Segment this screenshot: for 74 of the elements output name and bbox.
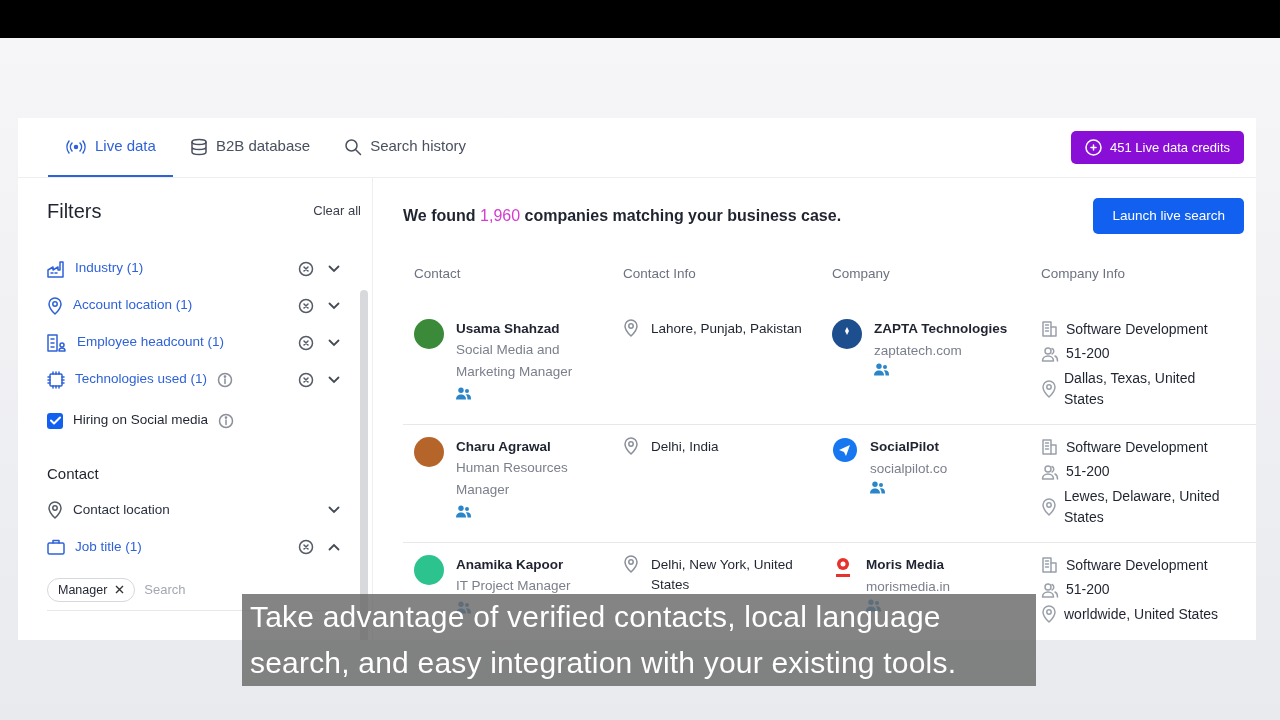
people-icon xyxy=(870,480,885,494)
filter-label: Hiring on Social media xyxy=(73,411,209,430)
company-domain[interactable]: zaptatech.com xyxy=(874,341,962,359)
clear-filter-button[interactable] xyxy=(298,297,314,314)
people-icon xyxy=(1041,580,1059,599)
filter-label[interactable]: Employee headcount (1) xyxy=(77,332,225,353)
people-icon xyxy=(874,362,889,376)
results-headline: We found 1,960 companies matching your business case. xyxy=(403,206,842,227)
contact-location: Delhi, India xyxy=(651,437,719,456)
tab[interactable]: Live data xyxy=(48,118,173,177)
filter-label[interactable]: Job title (1) xyxy=(75,536,142,558)
plus-circle-icon xyxy=(1085,139,1103,156)
people-icon xyxy=(1041,344,1059,363)
job-title: Social Media and Marketing Manager xyxy=(456,340,574,381)
company-name[interactable]: ZAPTA Technologies xyxy=(874,318,1008,339)
contact-name[interactable]: Charu Agrawal xyxy=(456,436,586,457)
video-caption: Take advantage of verified contacts, local language search, and easy integration with your existing tools. xyxy=(242,594,1036,686)
headquarters-text: Dallas, Texas, United States xyxy=(1064,368,1197,409)
tab[interactable]: Search history xyxy=(327,118,483,177)
broadcast-icon xyxy=(65,139,87,154)
job-title: IT Project Manager xyxy=(456,576,572,595)
clear-filter-button[interactable] xyxy=(298,260,314,277)
contact-name[interactable]: Usama Shahzad xyxy=(456,318,586,339)
clear-filter-button[interactable] xyxy=(298,539,314,555)
column-header: Contact Info xyxy=(623,266,696,282)
company-name[interactable]: SocialPilot xyxy=(870,436,948,457)
clear-all-link[interactable]: Clear all xyxy=(312,200,362,222)
headcount-text: 51-200 xyxy=(1066,344,1110,363)
people-icon xyxy=(456,504,471,518)
contact-name[interactable]: Anamika Kapoor xyxy=(456,554,586,575)
paper-plane-icon xyxy=(832,436,858,463)
column-header: Company Info xyxy=(1041,266,1126,282)
company-name[interactable]: Moris Media xyxy=(866,554,951,575)
column-header: Company xyxy=(832,266,890,282)
clear-filter-button[interactable] xyxy=(298,371,314,388)
people-icon xyxy=(1041,462,1059,481)
search-icon xyxy=(344,137,363,156)
location-pin-icon xyxy=(1041,605,1057,623)
headquarters-text: Lewes, Delaware, United States xyxy=(1064,486,1221,527)
credits-button[interactable]: 451 Live data credits xyxy=(1071,130,1244,165)
industry-text: Software Development xyxy=(1066,437,1208,457)
building-icon xyxy=(1041,556,1059,574)
company-domain[interactable]: socialpilot.co xyxy=(870,459,948,477)
filter-label[interactable]: Technologies used (1) xyxy=(75,369,208,390)
location-pin-icon xyxy=(623,436,639,455)
column-header: Contact xyxy=(414,266,461,282)
location-pin-icon xyxy=(623,318,639,337)
tab[interactable]: B2B database xyxy=(172,118,328,177)
launch-search-button[interactable]: Launch live search xyxy=(1093,198,1244,235)
industry-text: Software Development xyxy=(1066,555,1208,575)
building-icon xyxy=(1041,438,1059,456)
headcount-text: 51-200 xyxy=(1066,462,1110,481)
remove-icon[interactable] xyxy=(115,585,125,595)
location-pin-icon xyxy=(623,554,639,573)
building-icon xyxy=(1041,320,1059,338)
company-logo xyxy=(832,318,862,349)
contact-location: Lahore, Punjab, Pakistan xyxy=(651,319,802,338)
filter-label[interactable]: Contact location xyxy=(73,499,170,521)
filter-label[interactable]: Industry (1) xyxy=(75,258,144,279)
contact-location: Delhi, New York, United States xyxy=(651,555,794,594)
clear-filter-button[interactable] xyxy=(298,334,314,351)
filters-heading: Filters xyxy=(47,199,102,224)
section-heading: Contact xyxy=(47,464,99,484)
people-icon xyxy=(456,386,471,400)
location-pin-icon xyxy=(1041,379,1057,398)
checkbox[interactable] xyxy=(47,412,63,429)
filter-label[interactable]: Account location (1) xyxy=(73,295,193,316)
location-pin-icon xyxy=(1041,497,1057,516)
headcount-text: 51-200 xyxy=(1066,580,1110,599)
job-title: Human Resources Manager xyxy=(456,458,569,499)
company-domain[interactable]: morismedia.in xyxy=(866,577,951,595)
database-icon xyxy=(189,137,208,156)
headquarters-text: worldwide, United States xyxy=(1064,604,1219,624)
industry-text: Software Development xyxy=(1066,319,1208,339)
